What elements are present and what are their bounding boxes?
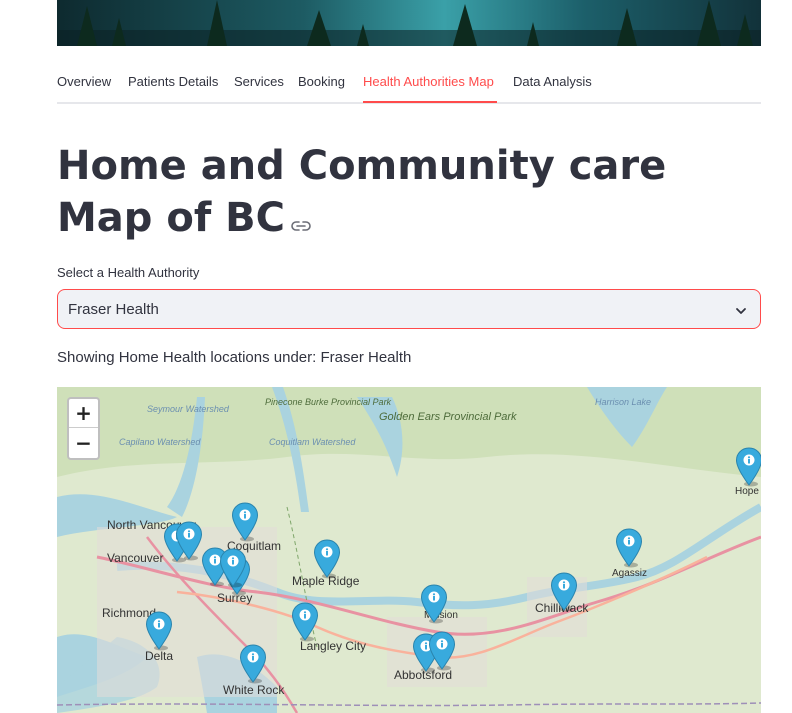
info-marker-icon: [219, 548, 247, 588]
info-marker-icon: [615, 528, 643, 568]
page-title-text: Home and Community care Map of BC: [57, 143, 667, 241]
info-marker-icon: [175, 521, 203, 561]
map-marker[interactable]: [145, 611, 173, 651]
map-marker[interactable]: [239, 644, 267, 684]
label-harrison-lake: Harrison Lake: [595, 397, 652, 407]
info-marker-icon: [291, 602, 319, 642]
label-agassiz: Agassiz: [612, 568, 648, 579]
info-marker-icon: [735, 447, 761, 487]
chevron-down-icon: [734, 303, 748, 322]
tab-patients-details[interactable]: Patients Details: [128, 74, 218, 89]
tab-services[interactable]: Services: [234, 74, 284, 89]
info-marker-icon: [428, 631, 456, 671]
select-value: Fraser Health: [68, 301, 159, 318]
map-marker[interactable]: [291, 602, 319, 642]
label-coquitlam-watershed: Coquitlam Watershed: [269, 437, 356, 447]
tab-data-analysis[interactable]: Data Analysis: [513, 74, 592, 89]
info-marker-icon: [313, 539, 341, 579]
select-label: Select a Health Authority: [57, 265, 200, 280]
label-hope: Hope: [735, 486, 759, 497]
label-white-rock: White Rock: [223, 683, 285, 697]
tab-overview[interactable]: Overview: [57, 74, 111, 89]
tab-health-authorities-map[interactable]: Health Authorities Map: [363, 74, 494, 89]
map-marker[interactable]: [313, 539, 341, 579]
active-tab-indicator: [363, 101, 497, 103]
map-marker[interactable]: [175, 521, 203, 561]
label-capilano-watershed: Capilano Watershed: [119, 437, 201, 447]
header-banner-image: [57, 0, 761, 46]
label-seymour-watershed: Seymour Watershed: [147, 404, 229, 414]
page-title: Home and Community care Map of BC: [57, 140, 761, 246]
health-authority-select[interactable]: Fraser Health: [57, 289, 761, 329]
info-marker-icon: [231, 502, 259, 542]
tab-bar: Overview Patients Details Services Booki…: [57, 66, 761, 104]
label-vancouver: Vancouver: [107, 551, 164, 565]
info-marker-icon: [145, 611, 173, 651]
label-golden-ears-park: Golden Ears Provincial Park: [379, 411, 517, 423]
map-marker[interactable]: [219, 548, 247, 588]
map-marker[interactable]: [550, 572, 578, 612]
zoom-control: + −: [67, 397, 100, 460]
tab-booking[interactable]: Booking: [298, 74, 345, 89]
showing-text: Showing Home Health locations under: Fra…: [57, 349, 412, 366]
zoom-in-button[interactable]: +: [69, 399, 98, 428]
map-marker[interactable]: [615, 528, 643, 568]
map-marker[interactable]: [420, 584, 448, 624]
label-pinecone-park: Pinecone Burke Provincial Park: [265, 397, 392, 407]
map-marker[interactable]: [735, 447, 761, 487]
map-marker[interactable]: [231, 502, 259, 542]
map-marker[interactable]: [428, 631, 456, 671]
info-marker-icon: [420, 584, 448, 624]
info-marker-icon: [550, 572, 578, 612]
info-marker-icon: [239, 644, 267, 684]
map-view[interactable]: Seymour Watershed Capilano Watershed Coq…: [57, 387, 761, 713]
label-delta: Delta: [145, 649, 174, 663]
link-icon[interactable]: [291, 194, 311, 246]
zoom-out-button[interactable]: −: [69, 429, 98, 458]
